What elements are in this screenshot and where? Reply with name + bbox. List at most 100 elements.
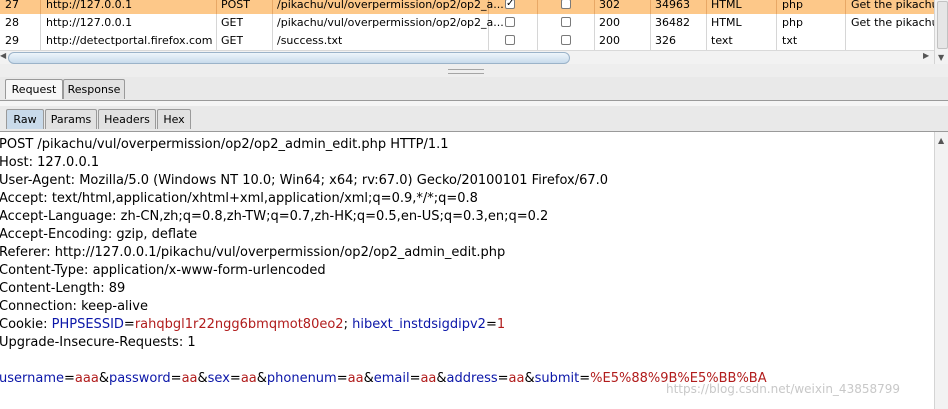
body-param-name: submit	[534, 371, 580, 386]
cell-ext: php	[782, 0, 803, 11]
edited-checkbox[interactable]	[561, 35, 571, 45]
edited-checkbox[interactable]	[561, 17, 571, 27]
cell-method: GET	[221, 34, 244, 47]
column-separator	[594, 0, 595, 14]
cell-length: 326	[655, 34, 676, 47]
column-separator	[776, 0, 777, 14]
column-separator	[845, 32, 846, 50]
request-response-tabs: Request Response	[0, 77, 948, 101]
column-separator	[537, 32, 538, 50]
cookie-value: 1	[496, 317, 506, 332]
table-row[interactable]: 28 http://127.0.0.1 GET/pikachu/vul/overpe…	[0, 14, 934, 32]
splitter-grip-icon[interactable]	[448, 69, 484, 74]
cell-method: POST	[221, 0, 250, 11]
tab-request-label: Request	[11, 83, 57, 96]
cell-num: 28	[5, 16, 19, 29]
tab-headers-label: Headers	[104, 113, 150, 126]
request-line: Accept-Language: zh-CN,zh;q=0.8,zh-TW;q=…	[0, 209, 549, 224]
cell-num: 29	[5, 34, 19, 47]
request-line: Accept-Encoding: gzip, deflate	[0, 227, 198, 242]
column-separator	[40, 0, 41, 14]
edited-checkbox[interactable]	[561, 0, 571, 9]
pane-splitter[interactable]	[0, 64, 948, 77]
history-horizontal-scrollbar[interactable]: ◀ ▶	[0, 50, 934, 64]
cell-status: 302	[599, 0, 620, 11]
message-view-tabs: Raw Params Headers Hex	[0, 106, 948, 132]
body-param-name: phonenum	[266, 371, 337, 386]
cell-status: 200	[599, 34, 620, 47]
column-separator	[594, 14, 595, 32]
column-separator	[845, 0, 846, 14]
column-separator	[650, 14, 651, 32]
column-separator	[40, 32, 41, 50]
table-row[interactable]: 29 http://detectportal.firefox.com GET/suc…	[0, 32, 934, 50]
body-equals: =	[229, 371, 241, 386]
scroll-left-arrow-icon[interactable]: ◀	[0, 51, 6, 60]
cookie-prefix: Cookie:	[0, 317, 52, 332]
cookie-value: rahqbgl1r22ngg6bmqmot80eo2	[134, 317, 344, 332]
column-separator	[216, 14, 217, 32]
tab-headers[interactable]: Headers	[98, 109, 156, 129]
column-separator	[537, 0, 538, 14]
body-param-name: address	[446, 371, 498, 386]
editor-vertical-scrollbar[interactable]: ▲	[934, 132, 948, 409]
body-equals: =	[497, 371, 509, 386]
tab-request[interactable]: Request	[5, 79, 63, 99]
params-checkbox[interactable]	[505, 17, 515, 27]
params-checkbox[interactable]	[505, 35, 515, 45]
body-equals: =	[409, 371, 421, 386]
cell-host: http://detectportal.firefox.com	[46, 34, 213, 47]
column-separator	[594, 32, 595, 50]
cell-ext: txt	[782, 34, 798, 47]
cell-status: 200	[599, 16, 620, 29]
history-vertical-scrollbar[interactable]: ▼	[934, 0, 948, 64]
body-param-value: aa	[420, 371, 437, 386]
column-separator	[776, 14, 777, 32]
cell-mime: HTML	[711, 0, 742, 11]
tab-raw-label: Raw	[13, 113, 37, 126]
column-separator	[272, 0, 273, 14]
scroll-up-arrow-icon[interactable]: ▲	[938, 136, 944, 145]
cell-url: /success.txt	[277, 34, 343, 47]
raw-request-editor[interactable]: POST /pikachu/vul/overpermission/op2/op2…	[0, 132, 934, 409]
column-separator	[272, 14, 273, 32]
request-line: Content-Length: 89	[0, 281, 126, 296]
scroll-down-arrow-icon[interactable]: ▼	[938, 53, 944, 62]
body-equals: =	[170, 371, 182, 386]
cookie-equals: =	[485, 317, 497, 332]
scroll-right-arrow-icon[interactable]: ▶	[923, 51, 929, 60]
tab-hex[interactable]: Hex	[157, 109, 191, 129]
cell-method: GET	[221, 16, 244, 29]
cookie-separator: ;	[343, 317, 353, 332]
column-separator	[537, 14, 538, 32]
column-separator	[776, 32, 777, 50]
body-param-name: username	[0, 371, 64, 386]
request-line: User-Agent: Mozilla/5.0 (Windows NT 10.0…	[0, 173, 609, 188]
body-param-value: aa	[181, 371, 198, 386]
cell-length: 36482	[655, 16, 690, 29]
horizontal-scroll-thumb[interactable]	[8, 52, 570, 64]
tab-raw[interactable]: Raw	[6, 109, 44, 129]
cookie-name: hibext_instdsigdipv2	[352, 317, 486, 332]
params-checkbox[interactable]	[505, 0, 515, 13]
cell-host: http://127.0.0.1	[46, 16, 133, 29]
column-separator	[488, 32, 489, 50]
body-equals: =	[336, 371, 348, 386]
body-ampersand: &	[363, 371, 374, 386]
body-param-value: aaa	[74, 371, 99, 386]
column-separator	[216, 32, 217, 50]
cell-title: Get the pikachu	[851, 0, 934, 11]
history-scroll-thumb[interactable]	[937, 1, 948, 49]
cell-title: Get the pikachu	[851, 16, 934, 29]
tab-params[interactable]: Params	[45, 109, 97, 129]
cell-length: 34963	[655, 0, 690, 11]
cookie-name: PHPSESSID	[51, 317, 124, 332]
cell-ext: php	[782, 16, 803, 29]
cell-host: http://127.0.0.1	[46, 0, 133, 11]
request-line: POST /pikachu/vul/overpermission/op2/op2…	[0, 137, 449, 152]
body-equals: =	[64, 371, 75, 386]
column-separator	[845, 14, 846, 32]
body-ampersand: &	[524, 371, 535, 386]
table-row[interactable]: 27 http://127.0.0.1 POST/pikachu/vul/overp…	[0, 0, 934, 14]
tab-response[interactable]: Response	[63, 79, 125, 99]
